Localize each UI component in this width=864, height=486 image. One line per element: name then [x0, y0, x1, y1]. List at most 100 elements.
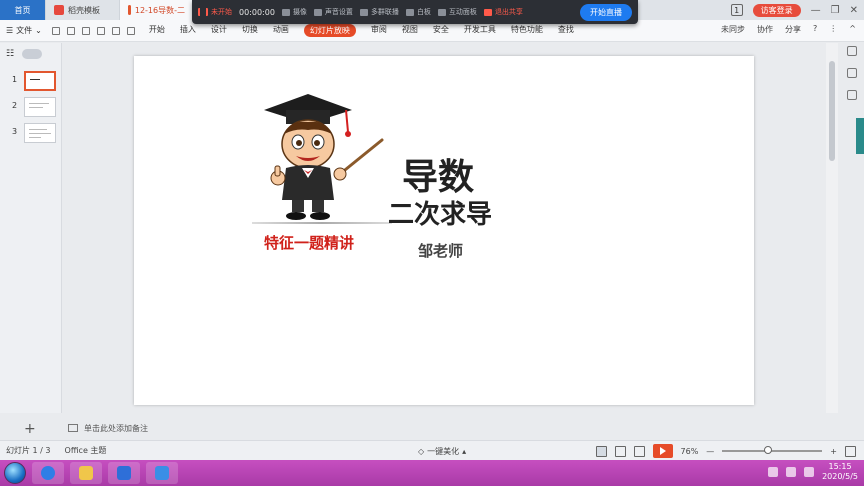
- slide-thumbnail-1[interactable]: 1: [0, 71, 61, 91]
- menu-home[interactable]: 开始: [149, 24, 165, 37]
- notes-placeholder[interactable]: 单击此处添加备注: [84, 423, 148, 434]
- sync-status[interactable]: 未同步: [721, 24, 745, 35]
- taskbar-explorer-icon[interactable]: [70, 462, 102, 484]
- taskbar-app-icon[interactable]: [146, 462, 178, 484]
- menu-security[interactable]: 安全: [433, 24, 449, 37]
- menu-animation[interactable]: 动画: [273, 24, 289, 37]
- slide-thumbnail-2[interactable]: 2: [0, 97, 61, 117]
- exit-share-button[interactable]: 退出共享: [483, 7, 523, 17]
- tab-home[interactable]: 首页: [0, 0, 46, 20]
- save-icon[interactable]: [51, 26, 60, 35]
- whiteboard-label: 白板: [416, 8, 431, 16]
- slide-thumbnail-panel: ☷ 1 2 3 +: [0, 43, 62, 437]
- print-icon[interactable]: [81, 26, 90, 35]
- tray-volume-icon[interactable]: [804, 467, 815, 477]
- tool-animation-icon[interactable]: [847, 68, 857, 78]
- collapse-ribbon-button[interactable]: ^: [849, 24, 856, 35]
- zoom-out-button[interactable]: —: [706, 447, 714, 456]
- restore-button[interactable]: ❐: [831, 5, 840, 16]
- menu-design[interactable]: 设计: [211, 24, 227, 37]
- start-menu-icon[interactable]: [4, 462, 26, 484]
- open-icon[interactable]: [66, 26, 75, 35]
- slide-position-indicator: 幻灯片 1 / 3: [6, 446, 51, 455]
- print-preview-icon[interactable]: [96, 26, 105, 35]
- slide-thumbnail-3[interactable]: 3: [0, 123, 61, 143]
- theme-name: Office 主题: [64, 446, 107, 455]
- taskbar-sogou-icon[interactable]: [32, 462, 64, 484]
- whiteboard-button[interactable]: 白板: [405, 7, 431, 17]
- menu-insert[interactable]: 插入: [180, 24, 196, 37]
- exit-share-label: 退出共享: [494, 8, 523, 16]
- notes-bar[interactable]: 单击此处添加备注: [62, 419, 826, 437]
- menu-review[interactable]: 审阅: [371, 24, 387, 37]
- taskbar-wps-icon[interactable]: [108, 462, 140, 484]
- file-menu[interactable]: ☰ 文件 ⌄: [6, 25, 42, 36]
- doc-count-badge[interactable]: 1: [730, 4, 743, 16]
- slide-thumbnail-image[interactable]: [24, 97, 56, 117]
- share-button[interactable]: 分享: [785, 24, 801, 35]
- tab-presentation-label: 12-16导数-二: [134, 5, 185, 15]
- side-panel-tab[interactable]: [856, 118, 864, 154]
- interaction-panel-button[interactable]: 互动面板: [437, 7, 477, 17]
- menu-search[interactable]: 查找: [558, 24, 574, 37]
- slide-thumbnail-image[interactable]: [24, 71, 56, 91]
- tray-network-icon[interactable]: [768, 467, 779, 477]
- slide-feature-text[interactable]: 特征一题精讲: [264, 232, 354, 253]
- right-side-tools: [840, 46, 864, 100]
- undo-icon[interactable]: [111, 26, 120, 35]
- zoom-in-button[interactable]: +: [830, 447, 837, 456]
- sorter-view-icon[interactable]: [614, 445, 626, 457]
- chevron-up-icon: ▴: [462, 447, 467, 456]
- menu-view[interactable]: 视图: [402, 24, 418, 37]
- ribbon-right-tools: 未同步 协作 分享 ? ⋮ ^: [721, 24, 856, 35]
- add-slide-button[interactable]: +: [24, 421, 36, 437]
- tool-select-icon[interactable]: [847, 46, 857, 56]
- graduate-mascot-illustration[interactable]: [260, 82, 390, 222]
- zoom-slider[interactable]: [722, 446, 823, 454]
- tab-home-label: 首页: [14, 5, 31, 15]
- current-slide[interactable]: 特征一题精讲 导数 二次求导 邹老师: [134, 56, 754, 405]
- tab-docer-templates[interactable]: 稻壳模板: [46, 0, 120, 20]
- minimize-button[interactable]: —: [811, 5, 821, 16]
- one-click-beautify-button[interactable]: ◇ 一键美化 ▴: [418, 446, 466, 457]
- exit-icon: [483, 8, 492, 16]
- system-clock[interactable]: 15:15 2020/5/5: [822, 462, 858, 482]
- sound-label: 声音设置: [324, 8, 353, 16]
- tool-transition-icon[interactable]: [847, 90, 857, 100]
- list-view-icon[interactable]: ☷: [6, 49, 14, 59]
- camera-button[interactable]: 摄像: [281, 7, 307, 17]
- help-button[interactable]: ?: [813, 24, 817, 35]
- close-button[interactable]: ✕: [850, 5, 858, 16]
- slide-title[interactable]: 导数: [402, 148, 474, 200]
- guest-login-button[interactable]: 访客登录: [752, 3, 801, 17]
- slide-number: 3: [12, 127, 18, 136]
- tab-current-presentation[interactable]: 12-16导数-二: [120, 0, 194, 20]
- vertical-scrollbar[interactable]: [826, 43, 838, 413]
- reading-view-icon[interactable]: [633, 445, 645, 457]
- menu-features[interactable]: 特色功能: [511, 24, 543, 37]
- menu-transition[interactable]: 切换: [242, 24, 258, 37]
- window-top-right: 1 访客登录 — ❐ ✕: [730, 2, 858, 18]
- zoom-slider-knob[interactable]: [764, 446, 773, 454]
- slide-teacher-name[interactable]: 邹老师: [418, 240, 463, 261]
- sound-settings-button[interactable]: 声音设置: [313, 7, 353, 17]
- slide-editing-area: 特征一题精讲 导数 二次求导 邹老师: [62, 43, 826, 413]
- more-button[interactable]: ⋮: [829, 24, 837, 35]
- menu-developer[interactable]: 开发工具: [464, 24, 496, 37]
- play-slideshow-button[interactable]: [652, 444, 673, 458]
- thumbnail-view-toggle[interactable]: [22, 49, 43, 59]
- zoom-level[interactable]: 76%: [681, 447, 699, 456]
- collab-button[interactable]: 协作: [757, 24, 773, 35]
- slide-subtitle[interactable]: 二次求导: [388, 194, 492, 231]
- normal-view-icon[interactable]: [595, 445, 607, 457]
- tray-security-icon[interactable]: [786, 467, 797, 477]
- windows-taskbar: 15:15 2020/5/5: [0, 460, 864, 486]
- scrollbar-thumb[interactable]: [829, 61, 835, 161]
- menu-slideshow[interactable]: 幻灯片放映: [303, 24, 356, 37]
- slide-thumbnail-image[interactable]: [24, 123, 56, 143]
- fit-window-icon[interactable]: [845, 445, 856, 457]
- redo-icon[interactable]: [126, 26, 135, 35]
- start-live-button[interactable]: 开始直播: [580, 3, 632, 21]
- slide-number: 1: [12, 75, 18, 84]
- multi-group-button[interactable]: 多群联播: [359, 7, 399, 17]
